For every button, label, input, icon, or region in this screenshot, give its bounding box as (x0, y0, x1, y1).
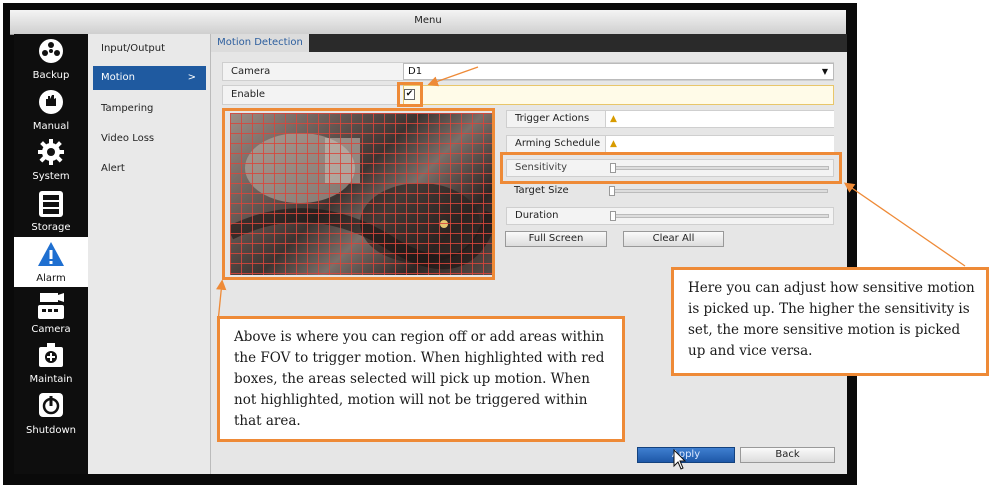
chevron-down-icon: ▼ (821, 67, 828, 76)
sidebar-item-backup[interactable]: Backup (14, 34, 88, 84)
arrow-to-sensitivity (843, 182, 966, 267)
sidebar-item-label: Alarm (36, 273, 66, 284)
grid-highlight-box (222, 108, 495, 280)
trigger-actions-value[interactable]: ▲ (605, 111, 834, 127)
sidebar-item-shutdown[interactable]: Shutdown (14, 389, 88, 439)
camera-label: Camera (231, 66, 271, 77)
sensitivity-annotation-note: Here you can adjust how sensitive motion… (671, 267, 989, 376)
window-title: Menu (414, 15, 442, 26)
sensitivity-highlight-box (500, 152, 842, 184)
target-size-slider[interactable] (609, 186, 828, 196)
duration-label: Duration (515, 210, 559, 221)
enable-field (403, 85, 834, 105)
sidebar-item-label: Shutdown (26, 425, 76, 436)
chevron-right-icon: > (187, 72, 196, 83)
manual-icon (39, 90, 63, 114)
main-sidebar: Backup Manual System Storage Alarm Camer… (14, 34, 88, 474)
sidebar-item-label: Manual (32, 121, 70, 132)
camera-select-value: D1 (408, 66, 423, 77)
camera-icon (38, 293, 64, 319)
sidebar-item-label: Camera (31, 324, 71, 335)
gear-icon (38, 139, 64, 165)
full-screen-button[interactable]: Full Screen (505, 231, 607, 247)
tab-bar: Motion Detection (211, 34, 847, 52)
alarm-submenu: Input/Output Motion > Tampering Video Los… (88, 34, 211, 474)
submenu-item-input-output[interactable]: Input/Output (93, 37, 206, 61)
backup-icon (39, 39, 63, 63)
sidebar-item-alarm[interactable]: Alarm (14, 237, 88, 287)
arming-schedule-row[interactable]: Arming Schedule ▲ (506, 135, 834, 153)
submenu-item-label: Tampering (101, 103, 154, 114)
trigger-actions-label: Trigger Actions (515, 113, 590, 124)
enable-label: Enable (231, 89, 266, 100)
duration-slider[interactable] (610, 211, 829, 221)
grid-annotation-note: Above is where you can region off or add… (217, 316, 625, 442)
sidebar-item-label: Backup (32, 70, 70, 81)
target-size-label: Target Size (514, 185, 569, 196)
submenu-item-label: Alert (101, 163, 125, 174)
enable-highlight-box (397, 82, 423, 107)
maintain-icon (39, 343, 63, 367)
warning-icon: ▲ (610, 114, 617, 124)
enable-row: Enable (222, 85, 404, 105)
sidebar-item-label: Maintain (29, 374, 73, 385)
sidebar-item-label: Storage (31, 222, 71, 233)
camera-select[interactable]: D1 ▼ (403, 63, 834, 80)
duration-row: Duration (506, 207, 834, 225)
warning-icon: ▲ (610, 139, 617, 149)
submenu-item-alert[interactable]: Alert (93, 157, 206, 181)
back-button[interactable]: Back (740, 447, 835, 463)
sidebar-item-storage[interactable]: Storage (14, 186, 88, 236)
submenu-item-tampering[interactable]: Tampering (93, 97, 206, 121)
duration-slider-handle[interactable] (610, 211, 616, 221)
sidebar-item-maintain[interactable]: Maintain (14, 338, 88, 388)
arming-schedule-value[interactable]: ▲ (605, 136, 834, 152)
tab-motion-detection[interactable]: Motion Detection (211, 34, 309, 52)
submenu-item-label: Video Loss (101, 133, 155, 144)
arming-schedule-label: Arming Schedule (515, 138, 601, 149)
submenu-item-label: Input/Output (101, 43, 165, 54)
target-size-slider-handle[interactable] (609, 186, 615, 196)
target-size-row: Target Size (506, 183, 834, 201)
alarm-icon (38, 242, 64, 266)
sidebar-item-camera[interactable]: Camera (14, 288, 88, 338)
sidebar-item-system[interactable]: System (14, 135, 88, 185)
submenu-item-motion[interactable]: Motion > (93, 66, 206, 90)
sidebar-item-manual[interactable]: Manual (14, 85, 88, 135)
trigger-actions-row[interactable]: Trigger Actions ▲ (506, 110, 834, 128)
clear-all-button[interactable]: Clear All (623, 231, 724, 247)
title-bar: Menu (10, 10, 846, 35)
power-icon (39, 393, 63, 417)
submenu-item-label: Motion (101, 72, 135, 83)
storage-icon (39, 191, 63, 217)
mouse-cursor-icon (673, 449, 687, 470)
sidebar-item-label: System (32, 171, 70, 182)
submenu-item-video-loss[interactable]: Video Loss (93, 127, 206, 151)
